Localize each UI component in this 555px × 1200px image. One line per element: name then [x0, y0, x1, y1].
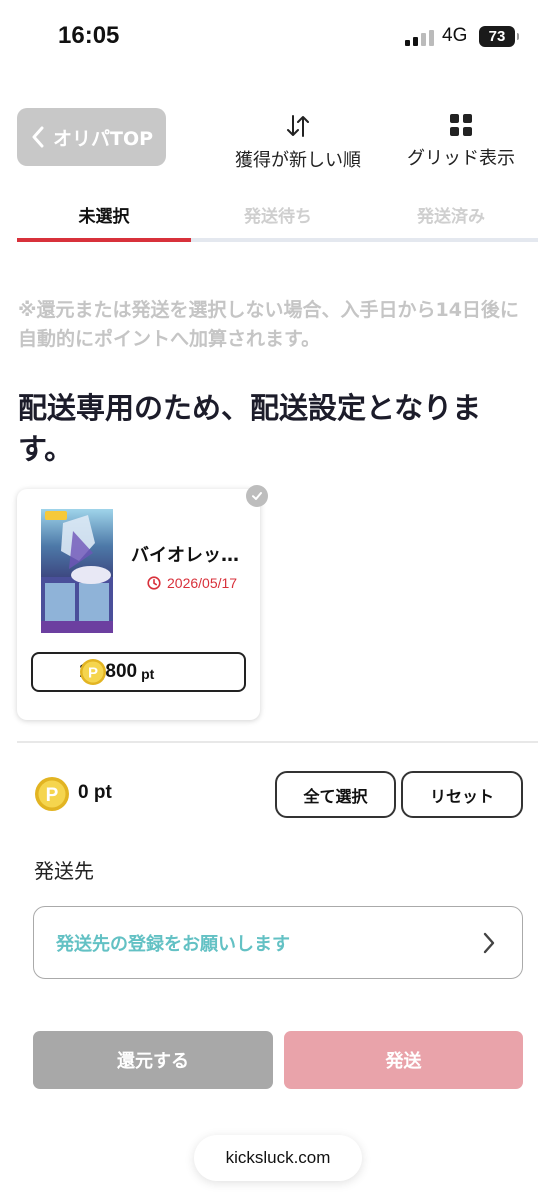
sort-newest-button[interactable]: 獲得が新しい順	[222, 110, 374, 174]
select-all-button[interactable]: 全て選択	[275, 771, 396, 818]
tab-awaiting-shipment[interactable]: 発送待ち	[191, 198, 365, 238]
svg-text:P: P	[88, 665, 98, 682]
back-button-label: オリパTOP	[53, 127, 154, 150]
pokemon-booster-box-image	[33, 503, 121, 641]
point-coin-icon: P	[80, 659, 106, 685]
sort-arrows-icon	[287, 115, 309, 137]
signal-icon	[405, 30, 435, 46]
sort-label: 獲得が新しい順	[235, 150, 361, 171]
svg-text:P: P	[46, 785, 59, 806]
expire-date-text: 2026/05/17	[167, 575, 238, 591]
check-icon[interactable]	[246, 485, 268, 507]
back-to-oripa-top-button[interactable]: オリパTOP	[17, 108, 166, 166]
product-card[interactable]: バイオレッ… 2026/05/17 P 14,800 pt	[17, 489, 260, 720]
price-unit: pt	[141, 665, 155, 682]
chevron-right-icon	[483, 932, 495, 954]
grid-icon	[450, 114, 472, 136]
tab-active-indicator	[17, 238, 191, 242]
browser-url-bar[interactable]: kicksluck.com	[194, 1135, 362, 1181]
battery-icon: 73	[479, 26, 519, 47]
shipping-address-field[interactable]: 発送先の登録をお願いします	[33, 906, 523, 979]
grid-view-button[interactable]: グリッド表示	[396, 110, 526, 174]
status-tabs: 未選択 発送待ち 発送済み	[17, 198, 538, 244]
auto-points-notice: ※還元または発送を選択しない場合、入手日から14日後に自動的にポイントへ加算され…	[18, 299, 519, 350]
tab-unselected[interactable]: 未選択	[17, 198, 191, 238]
selected-points: 0 pt	[78, 782, 112, 804]
point-coin-icon: P	[35, 777, 69, 811]
page-heading: 配送専用のため、配送設定となります。	[18, 391, 482, 466]
section-divider	[17, 741, 538, 743]
clock-icon	[147, 576, 161, 590]
points-value: 0	[78, 782, 89, 803]
return-button[interactable]: 還元する	[33, 1031, 273, 1089]
shipping-label: 発送先	[34, 859, 94, 883]
expire-date: 2026/05/17	[147, 575, 237, 591]
status-bar: 16:05 4G 73	[0, 0, 555, 78]
points-unit: pt	[93, 782, 112, 803]
grid-label: グリッド表示	[407, 148, 515, 169]
reset-button[interactable]: リセット	[401, 771, 523, 818]
chevron-left-icon	[32, 126, 44, 148]
tab-shipped[interactable]: 発送済み	[364, 198, 538, 238]
price-box: P 14,800 pt	[31, 652, 246, 692]
network-type: 4G	[442, 25, 468, 46]
send-button[interactable]: 発送	[284, 1031, 523, 1089]
tab-label: 発送待ち	[244, 207, 312, 227]
tab-label: 発送済み	[417, 207, 485, 227]
tab-label: 未選択	[78, 207, 130, 227]
product-name: バイオレッ…	[131, 545, 239, 566]
status-time: 16:05	[58, 22, 120, 49]
shipping-address-placeholder: 発送先の登録をお願いします	[56, 933, 290, 955]
